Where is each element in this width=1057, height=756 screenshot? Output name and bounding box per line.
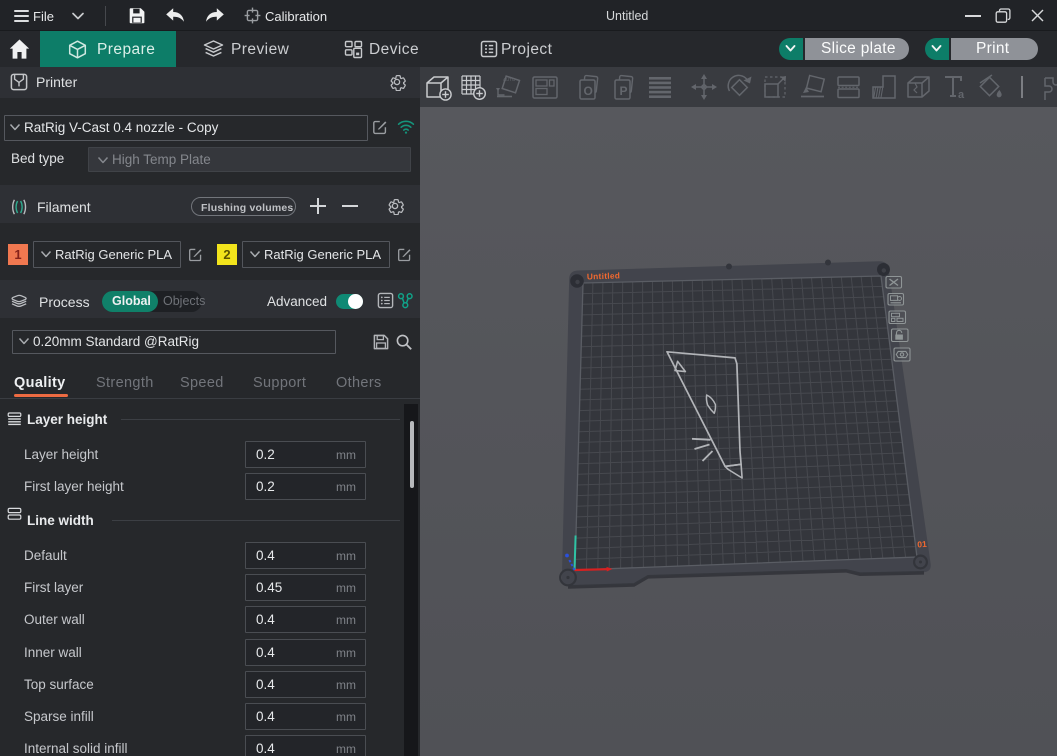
svg-text:01: 01 (917, 539, 927, 550)
svg-text:Untitled: Untitled (587, 270, 621, 281)
svg-text:AUTO: AUTO (503, 77, 516, 82)
svg-text:O: O (584, 84, 593, 98)
svg-text:a: a (958, 89, 965, 100)
svg-text:P: P (620, 84, 628, 98)
